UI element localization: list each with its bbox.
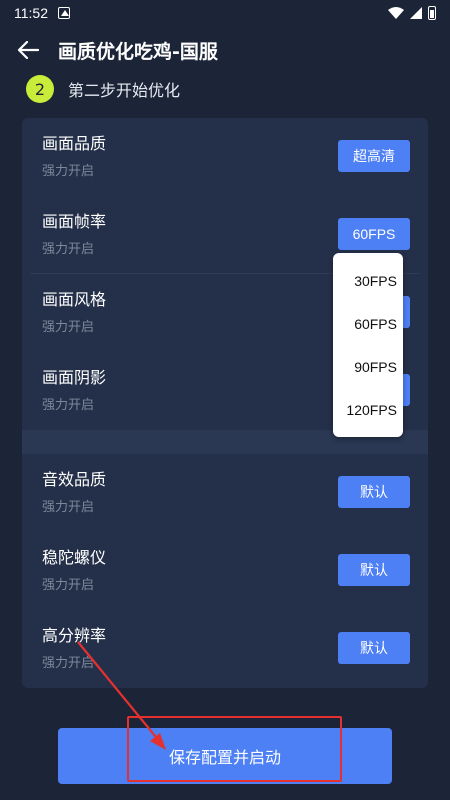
- setting-row-quality: 画面品质 强力开启 超高清: [22, 118, 428, 196]
- fps-option-30[interactable]: 30FPS: [354, 273, 401, 289]
- setting-row-gyroscope: 稳陀螺仪 强力开启 默认: [22, 532, 428, 610]
- setting-row-resolution: 高分辨率 强力开启 默认: [22, 610, 428, 688]
- fps-option-60[interactable]: 60FPS: [354, 316, 401, 332]
- setting-subtitle: 强力开启: [42, 656, 95, 671]
- setting-subtitle: 强力开启: [42, 164, 95, 179]
- audio-select-button[interactable]: 默认: [338, 476, 410, 508]
- signal-icon: [410, 7, 422, 19]
- setting-title: 高分辨率: [42, 626, 107, 645]
- quality-select-button[interactable]: 超高清: [338, 140, 410, 172]
- framerate-select-button[interactable]: 60FPS: [338, 218, 410, 250]
- wifi-icon: [388, 7, 404, 19]
- status-bar: 11:52: [0, 0, 450, 26]
- step-number-badge: 2: [26, 75, 54, 103]
- page-title: 画质优化吃鸡-国服: [58, 40, 218, 63]
- back-arrow-icon[interactable]: [16, 38, 40, 62]
- setting-row-audio: 音效品质 强力开启 默认: [22, 454, 428, 532]
- setting-title: 画面品质: [42, 134, 107, 153]
- fps-dropdown-menu: 30FPS 60FPS 90FPS 120FPS: [333, 253, 403, 437]
- setting-title: 画面风格: [42, 290, 107, 309]
- fps-option-90[interactable]: 90FPS: [354, 359, 401, 375]
- setting-subtitle: 强力开启: [42, 242, 95, 257]
- app-header: 画质优化吃鸡-国服: [0, 30, 450, 70]
- setting-title: 画面阴影: [42, 368, 107, 387]
- status-icons: [388, 6, 436, 20]
- step-indicator: 2 第二步开始优化: [26, 74, 180, 104]
- gyroscope-select-button[interactable]: 默认: [338, 554, 410, 586]
- setting-subtitle: 强力开启: [42, 320, 95, 335]
- notification-icon: [58, 7, 70, 19]
- setting-subtitle: 强力开启: [42, 578, 95, 593]
- fps-option-120[interactable]: 120FPS: [346, 402, 401, 418]
- battery-icon: [428, 6, 436, 20]
- setting-title: 音效品质: [42, 470, 107, 489]
- setting-title: 稳陀螺仪: [42, 548, 107, 567]
- step-label: 第二步开始优化: [68, 81, 181, 100]
- resolution-select-button[interactable]: 默认: [338, 632, 410, 664]
- setting-title: 画面帧率: [42, 212, 107, 231]
- setting-subtitle: 强力开启: [42, 500, 95, 515]
- status-time: 11:52: [14, 5, 48, 21]
- annotation-highlight-box: [127, 716, 342, 782]
- setting-subtitle: 强力开启: [42, 398, 95, 413]
